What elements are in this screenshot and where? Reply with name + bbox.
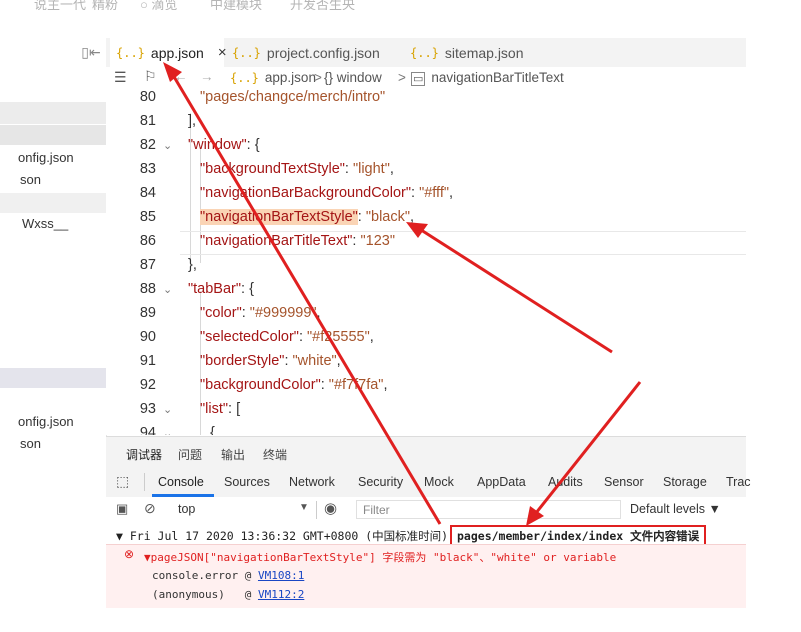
annotation-arrow	[530, 381, 642, 519]
annotation-arrowhead	[526, 506, 544, 526]
annotation-arrowhead	[163, 62, 182, 82]
annotation-arrow	[168, 69, 442, 525]
annotation-overlay	[163, 62, 642, 526]
annotation-arrowhead	[406, 222, 428, 238]
annotation-arrow	[417, 226, 613, 354]
